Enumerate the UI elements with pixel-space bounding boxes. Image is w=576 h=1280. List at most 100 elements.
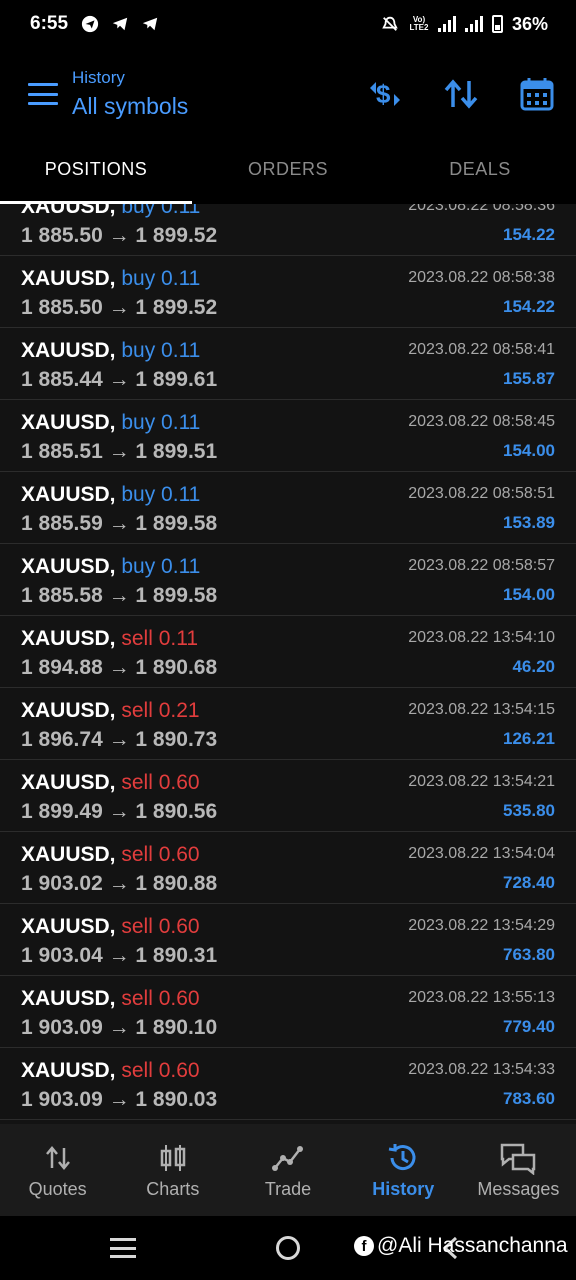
- history-tabs: POSITIONS ORDERS DEALS: [0, 140, 576, 204]
- deal-type: sell 0.60: [121, 843, 200, 866]
- deal-profit: 153.89: [503, 513, 555, 532]
- recents-icon[interactable]: [110, 1238, 136, 1258]
- facebook-icon: f: [354, 1236, 374, 1256]
- telegram-badge-icon: [81, 15, 99, 33]
- deal-symbol-name: XAUUSD,: [21, 987, 116, 1010]
- deal-symbol: XAUUSD, buy 0.11: [21, 555, 200, 579]
- deal-profit: 728.40: [503, 873, 555, 892]
- signal-icon: [464, 16, 483, 32]
- deal-row[interactable]: XAUUSD, buy 0.11 1 885.44 → 1 899.61 2023.…: [0, 328, 576, 400]
- nav-trade-label: Trade: [264, 1178, 312, 1199]
- svg-text:$: $: [376, 79, 391, 109]
- deal-row[interactable]: XAUUSD, sell 0.60 1 903.09 → 1 890.03 2023…: [0, 1048, 576, 1120]
- deal-row[interactable]: XAUUSD, buy 0.11 1 885.50 → 1 899.52 2023.…: [0, 256, 576, 328]
- status-time: 6:55: [30, 13, 69, 34]
- mute-icon: [382, 16, 398, 31]
- deal-profit: 535.80: [503, 801, 555, 820]
- deal-prices: 1 899.49 → 1 890.56: [21, 800, 218, 823]
- deal-type: sell 0.60: [121, 771, 200, 794]
- header-titles[interactable]: History All symbols: [72, 68, 188, 120]
- app-header: History All symbols $: [0, 48, 576, 140]
- deal-prices: 1 903.04 → 1 890.31: [21, 944, 218, 967]
- positions-list[interactable]: XAUUSD, buy 0.11 1 885.50 → 1 899.52 2023.…: [0, 204, 576, 1124]
- deal-profit: 46.20: [512, 657, 555, 676]
- deal-symbol-name: XAUUSD,: [21, 771, 116, 794]
- deal-time: 2023.08.22 08:58:45: [408, 413, 555, 430]
- deal-row[interactable]: XAUUSD, sell 0.60 1 899.49 → 1 890.56 2023…: [0, 760, 576, 832]
- history-icon: [386, 1141, 420, 1175]
- status-right: Vo) LTE2 36%: [380, 14, 548, 35]
- deal-symbol-name: XAUUSD,: [21, 699, 116, 722]
- deal-type: sell 0.11: [121, 627, 199, 650]
- nav-messages-label: Messages: [477, 1178, 560, 1199]
- sort-icon[interactable]: [442, 75, 480, 113]
- deal-prices: 1 885.44 → 1 899.61: [21, 368, 218, 391]
- nav-history[interactable]: History: [346, 1124, 461, 1216]
- deal-prices: 1 885.59 → 1 899.58: [21, 512, 218, 535]
- deal-row[interactable]: XAUUSD, sell 0.11 1 894.88 → 1 890.68 2023…: [0, 616, 576, 688]
- bottom-nav: Quotes Charts Trade History Messages: [0, 1124, 576, 1216]
- deal-symbol: XAUUSD, buy 0.11: [21, 204, 200, 219]
- tab-deals[interactable]: DEALS: [384, 140, 576, 204]
- deal-symbol-name: XAUUSD,: [21, 204, 116, 218]
- positions-list-content: XAUUSD, buy 0.11 1 885.50 → 1 899.52 2023.…: [0, 204, 576, 1120]
- deal-row[interactable]: XAUUSD, buy 0.11 1 885.51 → 1 899.51 2023.…: [0, 400, 576, 472]
- deal-symbol: XAUUSD, sell 0.60: [21, 915, 200, 939]
- deal-symbol-name: XAUUSD,: [21, 483, 116, 506]
- deal-type: buy 0.11: [121, 204, 201, 218]
- deal-time: 2023.08.22 13:54:33: [408, 1061, 555, 1078]
- header-subtitle: History: [72, 68, 125, 87]
- deal-prices: 1 896.74 → 1 890.73: [21, 728, 218, 751]
- deal-profit: 154.00: [503, 441, 555, 460]
- home-icon[interactable]: [276, 1236, 300, 1260]
- deal-prices: 1 894.88 → 1 890.68: [21, 656, 218, 679]
- deal-row[interactable]: XAUUSD, sell 0.60 1 903.02 → 1 890.88 2023…: [0, 832, 576, 904]
- deal-symbol-name: XAUUSD,: [21, 411, 116, 434]
- watermark: f @Ali Hassanchanna: [354, 1234, 568, 1258]
- currency-exchange-icon[interactable]: $: [366, 75, 404, 113]
- deal-row[interactable]: XAUUSD, sell 0.60 1 903.09 → 1 890.10 2023…: [0, 976, 576, 1048]
- deal-profit: 783.60: [503, 1089, 555, 1108]
- calendar-icon[interactable]: [518, 75, 556, 113]
- nav-charts[interactable]: Charts: [115, 1124, 230, 1216]
- telegram-icon: [112, 17, 128, 31]
- deal-prices: 1 903.09 → 1 890.03: [21, 1088, 218, 1111]
- deal-row[interactable]: XAUUSD, buy 0.11 1 885.50 → 1 899.52 2023.…: [0, 204, 576, 256]
- deal-symbol-name: XAUUSD,: [21, 267, 116, 290]
- deal-row[interactable]: XAUUSD, sell 0.60 1 903.04 → 1 890.31 2023…: [0, 904, 576, 976]
- tab-orders[interactable]: ORDERS: [192, 140, 384, 204]
- deal-symbol: XAUUSD, sell 0.60: [21, 987, 200, 1011]
- deal-profit: 154.22: [503, 297, 555, 316]
- deal-symbol: XAUUSD, buy 0.11: [21, 411, 200, 435]
- tab-positions[interactable]: POSITIONS: [0, 140, 192, 204]
- nav-messages[interactable]: Messages: [461, 1124, 576, 1216]
- deal-symbol: XAUUSD, sell 0.60: [21, 843, 200, 867]
- deal-symbol-name: XAUUSD,: [21, 339, 116, 362]
- deal-prices: 1 885.51 → 1 899.51: [21, 440, 218, 463]
- deal-type: sell 0.60: [121, 1059, 200, 1082]
- quotes-icon: [44, 1141, 72, 1175]
- deal-type: buy 0.11: [121, 483, 201, 506]
- deal-row[interactable]: XAUUSD, buy 0.11 1 885.59 → 1 899.58 2023.…: [0, 472, 576, 544]
- status-bar: 6:55 Vo) LTE2 36%: [0, 0, 576, 48]
- messages-icon: [499, 1141, 537, 1175]
- deal-row[interactable]: XAUUSD, buy 0.11 1 885.58 → 1 899.58 2023.…: [0, 544, 576, 616]
- deal-profit: 126.21: [503, 729, 555, 748]
- nav-quotes[interactable]: Quotes: [0, 1124, 115, 1216]
- deal-symbol-name: XAUUSD,: [21, 915, 116, 938]
- charts-icon: [159, 1141, 187, 1175]
- deal-symbol: XAUUSD, sell 0.60: [21, 1059, 200, 1083]
- deal-time: 2023.08.22 13:54:10: [408, 629, 555, 646]
- deal-prices: 1 903.02 → 1 890.88: [21, 872, 218, 895]
- nav-trade[interactable]: Trade: [230, 1124, 345, 1216]
- deal-time: 2023.08.22 08:58:57: [408, 557, 555, 574]
- notification-icons: [80, 15, 160, 33]
- deal-symbol-name: XAUUSD,: [21, 843, 116, 866]
- nav-quotes-label: Quotes: [28, 1178, 87, 1199]
- deal-row[interactable]: XAUUSD, sell 0.21 1 896.74 → 1 890.73 2023…: [0, 688, 576, 760]
- deal-symbol: XAUUSD, buy 0.11: [21, 339, 200, 363]
- deal-prices: 1 903.09 → 1 890.10: [21, 1016, 218, 1039]
- deal-type: sell 0.60: [121, 915, 200, 938]
- menu-icon[interactable]: [28, 83, 58, 105]
- telegram-icon: [142, 17, 158, 31]
